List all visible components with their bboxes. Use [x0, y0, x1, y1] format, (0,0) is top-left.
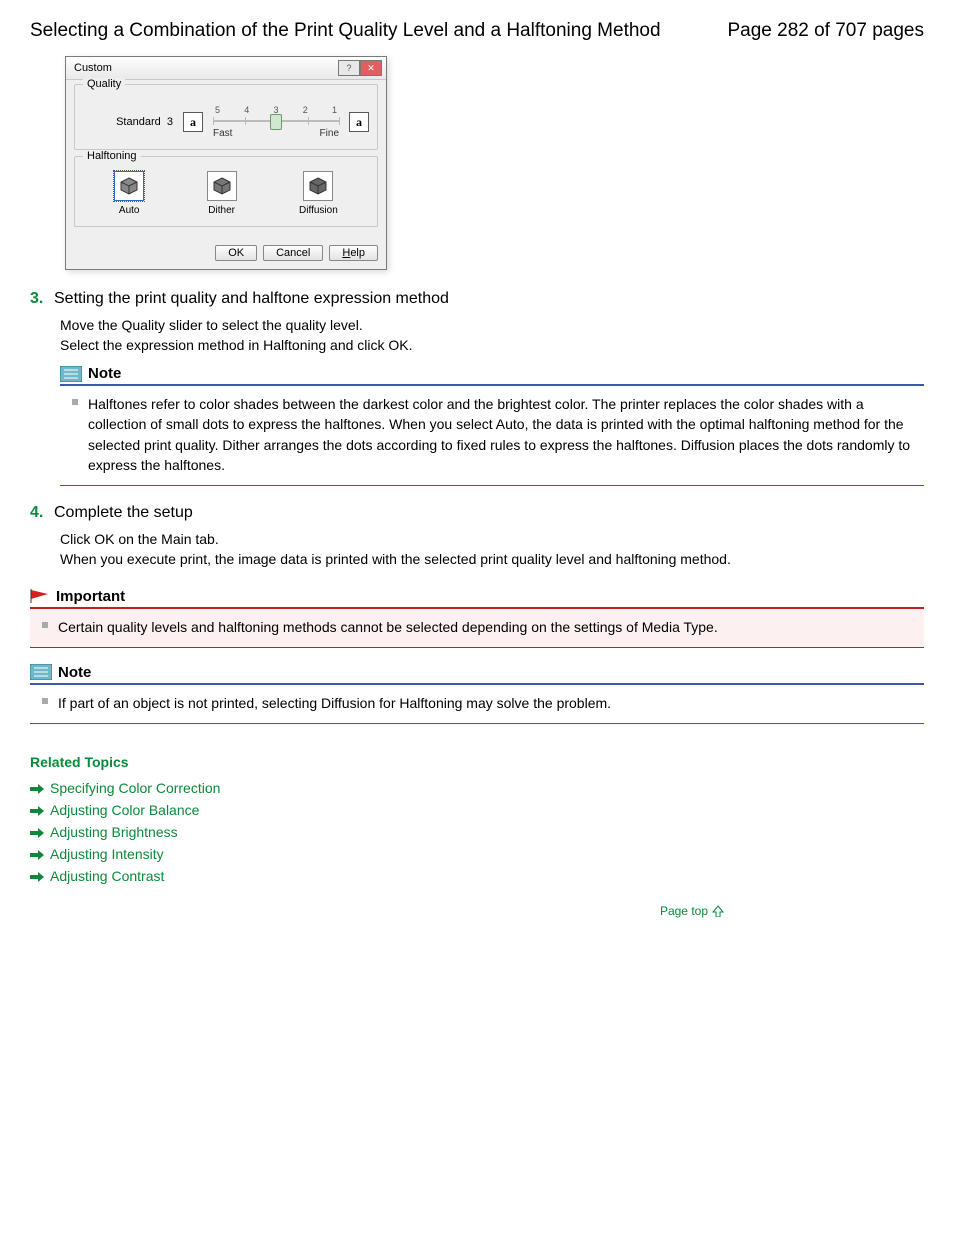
- link-brightness[interactable]: Adjusting Brightness: [30, 824, 924, 840]
- arrow-up-icon: [712, 905, 724, 917]
- page-top-link[interactable]: Page top: [30, 904, 724, 918]
- note1-text: Halftones refer to color shades between …: [88, 396, 910, 473]
- cancel-button[interactable]: Cancel: [263, 245, 323, 261]
- fine-a-icon: a: [349, 112, 369, 132]
- help-button[interactable]: Help: [329, 245, 378, 261]
- arrow-right-icon: [30, 782, 44, 794]
- note2-title: Note: [58, 664, 91, 681]
- related-topics-title: Related Topics: [30, 754, 924, 770]
- step-4-number: 4.: [30, 504, 44, 522]
- link-color-correction[interactable]: Specifying Color Correction: [30, 780, 924, 796]
- step-3-line1: Move the Quality slider to select the qu…: [60, 316, 924, 336]
- bullet-icon: [42, 698, 48, 704]
- note2-text: If part of an object is not printed, sel…: [58, 695, 611, 711]
- step-3-line2: Select the expression method in Halftoni…: [60, 336, 924, 356]
- dialog-title: Custom: [74, 62, 112, 74]
- fast-a-icon: a: [183, 112, 203, 132]
- custom-dialog: Custom ? ✕ Quality Standard 3 a 5 4: [65, 56, 387, 270]
- link-contrast[interactable]: Adjusting Contrast: [30, 868, 924, 884]
- step-3-title: Setting the print quality and halftone e…: [54, 290, 449, 308]
- cube-icon: [114, 171, 144, 201]
- step-4-title: Complete the setup: [54, 504, 193, 522]
- important-text: Certain quality levels and halftoning me…: [58, 619, 718, 635]
- quality-group: Quality Standard 3 a 5 4 3 2 1: [74, 84, 378, 150]
- arrow-right-icon: [30, 848, 44, 860]
- page-title: Selecting a Combination of the Print Qua…: [30, 20, 661, 42]
- note1-title: Note: [88, 365, 121, 382]
- quality-group-label: Quality: [83, 78, 125, 90]
- quality-slider[interactable]: [213, 115, 339, 126]
- halftone-diffusion[interactable]: Diffusion: [299, 171, 338, 216]
- bullet-icon: [72, 399, 78, 405]
- fast-label: Fast: [213, 128, 232, 139]
- step-4-line2: When you execute print, the image data i…: [60, 550, 924, 570]
- note-icon: [30, 664, 52, 680]
- arrow-right-icon: [30, 804, 44, 816]
- note-icon: [60, 366, 82, 382]
- cube-icon: [207, 171, 237, 201]
- link-color-balance[interactable]: Adjusting Color Balance: [30, 802, 924, 818]
- halftone-dither[interactable]: Dither: [207, 171, 237, 216]
- arrow-right-icon: [30, 826, 44, 838]
- cube-icon: [303, 171, 333, 201]
- slider-thumb[interactable]: [270, 114, 282, 130]
- dialog-help-icon[interactable]: ?: [338, 60, 360, 76]
- fine-label: Fine: [320, 128, 339, 139]
- flag-icon: [30, 589, 50, 603]
- ok-button[interactable]: OK: [215, 245, 257, 261]
- standard-label: Standard 3: [83, 116, 173, 128]
- important-title: Important: [56, 588, 125, 605]
- dialog-close-icon[interactable]: ✕: [360, 60, 382, 76]
- arrow-right-icon: [30, 870, 44, 882]
- page-count: Page 282 of 707 pages: [727, 20, 924, 42]
- halftoning-group-label: Halftoning: [83, 150, 141, 162]
- dialog-titlebar: Custom ? ✕: [66, 57, 386, 80]
- step-4-line1: Click OK on the Main tab.: [60, 530, 924, 550]
- halftoning-group: Halftoning Auto Dither: [74, 156, 378, 227]
- link-intensity[interactable]: Adjusting Intensity: [30, 846, 924, 862]
- bullet-icon: [42, 622, 48, 628]
- step-3-number: 3.: [30, 290, 44, 308]
- halftone-auto[interactable]: Auto: [114, 171, 144, 216]
